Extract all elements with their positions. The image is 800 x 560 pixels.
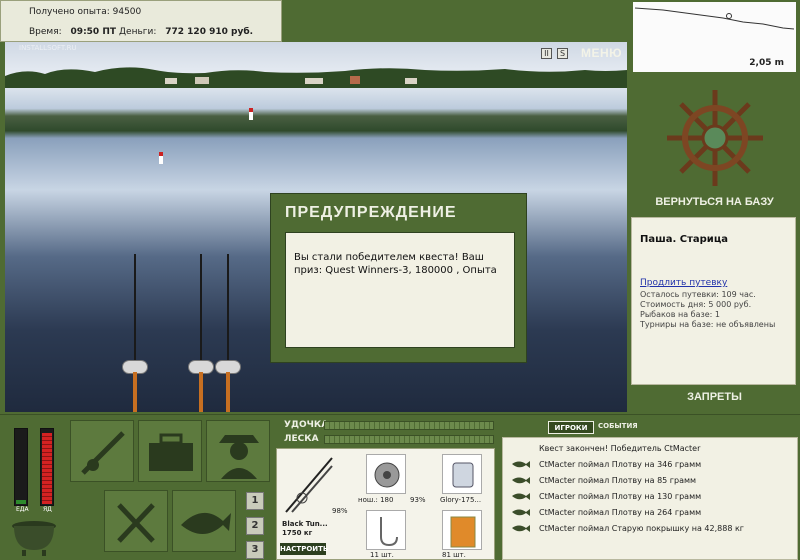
lure-slot[interactable] (442, 454, 482, 494)
float-marker (249, 108, 253, 120)
reel-condition: 93% (410, 496, 426, 504)
fish-icon (512, 493, 530, 500)
menu-button[interactable]: МЕНЮ (581, 46, 622, 60)
hook-slot[interactable] (366, 510, 406, 550)
experience-value: 94500 (112, 7, 142, 17)
depth-panel: 2,05 m (631, 0, 798, 74)
dialog-message: Вы стали победителем квеста! Ваш приз: Q… (285, 232, 515, 348)
rod-set-icon[interactable] (282, 454, 336, 516)
fork-knife-icon (117, 503, 155, 543)
line-tension-label: ЛЕСКА (284, 434, 319, 444)
tab-players[interactable]: ИГРОКИ (548, 421, 594, 434)
lure-icon (452, 462, 474, 488)
sound-button[interactable]: S (557, 48, 568, 59)
rod-1[interactable] (122, 254, 148, 412)
rod-condition: 98% (332, 507, 348, 515)
ship-wheel-icon[interactable] (631, 84, 798, 214)
events-feed: Квест закончен! Победитель CtMacter CtMa… (502, 437, 798, 560)
watermark: INSTALLSOFT.RU (19, 44, 77, 52)
feed-line: CtMacter поймал Плотву на 130 грамм (539, 492, 702, 501)
fish-keepnet-button[interactable] (172, 490, 236, 552)
bans-button[interactable]: ЗАПРЕТЫ (631, 391, 798, 407)
tune-button[interactable]: НАСТРОИТЬ (280, 543, 328, 555)
tournaments-info: Турниры на базе: не объявлены (640, 320, 776, 329)
location-title: Паша. Старица (640, 234, 728, 245)
status-meters: ЕДА ЯД (6, 424, 64, 516)
fish-icon (512, 509, 530, 516)
feed-line: CtMacter поймал Плотву на 346 грамм (539, 460, 702, 469)
rod-3[interactable] (215, 254, 241, 412)
tab-events[interactable]: СОБЫТИЯ (598, 422, 638, 430)
time-value: 09:50 ПТ (70, 27, 116, 37)
tackle-box-button[interactable] (138, 420, 202, 482)
fish-icon (512, 525, 530, 532)
fish-icon (181, 512, 231, 534)
lure-name: Glory-175... (440, 496, 482, 504)
fish-icon (512, 477, 530, 484)
fishers-count: Рыбаков на базе: 1 (640, 310, 720, 319)
food-meter-fill (16, 500, 26, 504)
treeline (5, 67, 627, 88)
feed-line: CtMacter поймал Плотву на 85 грамм (539, 476, 697, 485)
slot-3-button[interactable]: 3 (246, 541, 264, 559)
hook-count: 11 шт. (370, 551, 394, 559)
food-button[interactable] (104, 490, 168, 552)
fisherman-icon (219, 435, 259, 479)
slot-2-button[interactable]: 2 (246, 517, 264, 535)
tackle-box-icon (149, 433, 193, 471)
time-label: Время: (29, 27, 62, 37)
bait-count: 81 шт. (442, 551, 466, 559)
cauldron-icon[interactable] (8, 512, 60, 556)
rods-button[interactable] (70, 420, 134, 482)
float-marker (159, 152, 163, 164)
feed-line: Квест закончен! Победитель CtMacter (539, 444, 701, 453)
hook-icon (380, 517, 398, 547)
reel-icon (374, 462, 400, 488)
poison-meter (40, 428, 54, 506)
money-row: Деньги: 772 120 910 руб. (119, 27, 253, 37)
experience-row: Получено опыта: 94500 (29, 7, 141, 17)
rod-tension-label: УДОЧКА (284, 420, 329, 430)
scene-controls: II S МЕНЮ (541, 46, 627, 66)
rod-name: Black Tun... (282, 520, 328, 528)
return-to-base-button[interactable]: ВЕРНУТЬСЯ НА БАЗУ (631, 196, 798, 214)
reel-name: нош.: 180 (358, 496, 394, 504)
extend-permit-link[interactable]: Продлить путевку (640, 278, 727, 288)
dialog-title: ПРЕДУПРЕЖДЕНИЕ (285, 204, 457, 221)
slot-1-button[interactable]: 1 (246, 492, 264, 510)
day-cost: Стоимость дня: 5 000 руб. (640, 300, 752, 309)
poison-meter-fill (42, 433, 52, 504)
rod-length: 1750 кг (282, 529, 313, 537)
permit-remaining: Осталось путевки: 109 час. (640, 290, 756, 299)
warning-dialog: ПРЕДУПРЕЖДЕНИЕ Вы стали победителем квес… (270, 193, 527, 363)
rod-tension-bar (324, 421, 494, 430)
fish-icon (512, 461, 530, 468)
time-row: Время: 09:50 ПТ (29, 27, 116, 37)
reel-slot[interactable] (366, 454, 406, 494)
depth-value: 2,05 m (749, 58, 784, 68)
ship-wheel-icon-art (667, 90, 763, 186)
experience-label: Получено опыта: (29, 7, 110, 17)
line-tension-bar (324, 435, 494, 444)
feed-line: CtMacter поймал Старую покрышку на 42,88… (539, 524, 744, 533)
location-panel: Паша. Старица Продлить путевку Осталось … (631, 217, 796, 385)
bait-pack-icon (450, 516, 476, 548)
info-panel: Получено опыта: 94500 Время: 09:50 ПТ Де… (0, 0, 282, 42)
bait-slot[interactable] (442, 510, 482, 550)
feed-line: CtMacter поймал Плотву на 264 грамм (539, 508, 702, 517)
rod-icon (81, 431, 125, 475)
rod-2[interactable] (188, 254, 214, 412)
character-button[interactable] (206, 420, 270, 482)
money-value: 772 120 910 руб. (165, 27, 254, 37)
money-label: Деньги: (119, 27, 157, 37)
pause-icon[interactable]: II (541, 48, 552, 59)
food-meter (14, 428, 28, 506)
